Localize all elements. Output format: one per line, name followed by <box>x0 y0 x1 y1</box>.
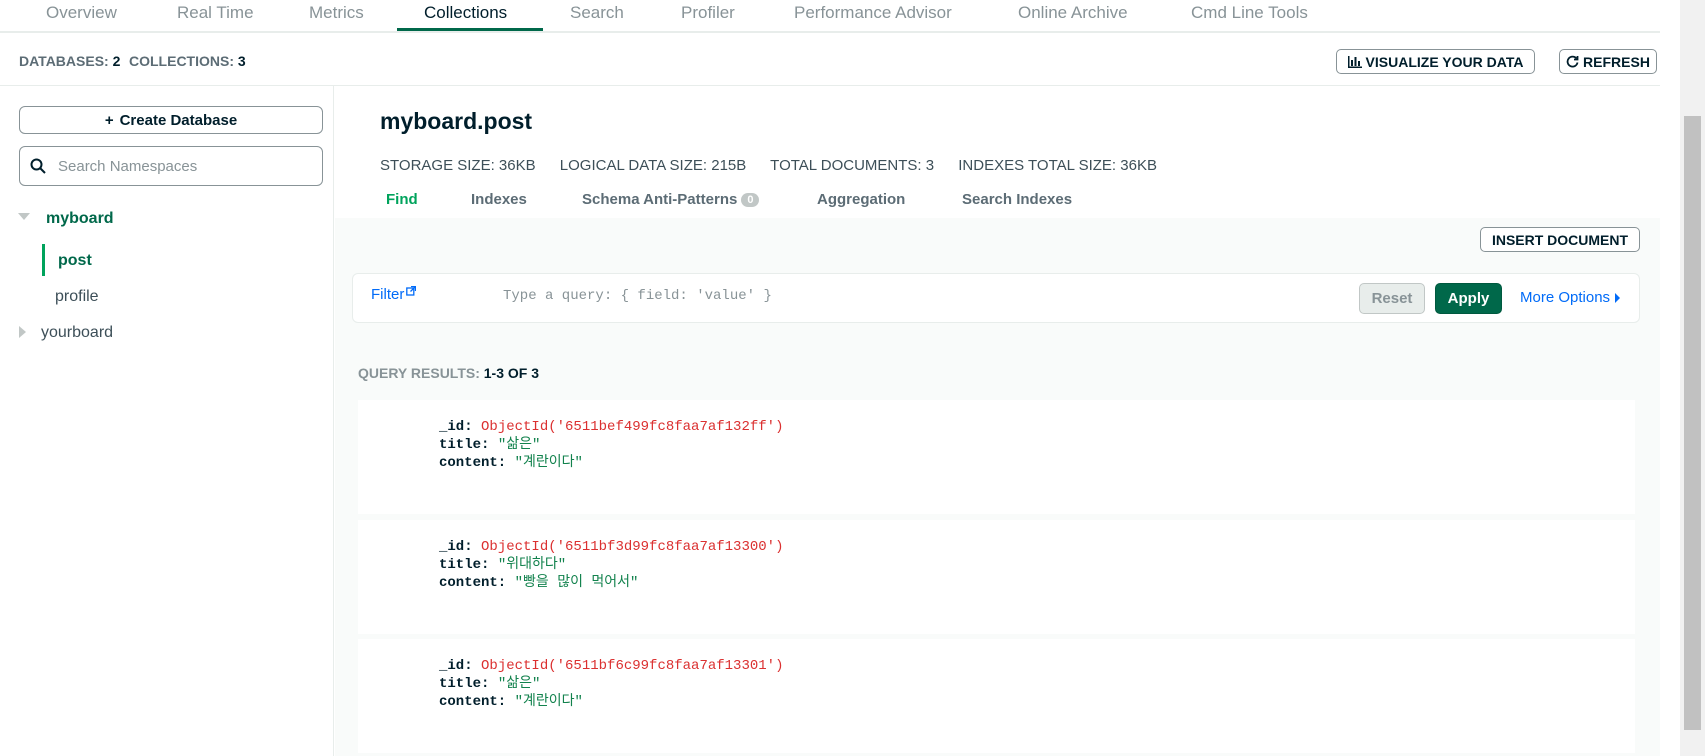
search-icon <box>30 158 46 174</box>
logical-data-size: LOGICAL DATA SIZE: 215B <box>559 157 747 174</box>
active-tab-indicator <box>397 28 543 31</box>
cluster-stats-bar: DATABASES: 2 COLLECTIONS: 3 VISUALIZE YO… <box>0 33 1660 86</box>
page-scrollbar[interactable] <box>1680 0 1705 756</box>
filter-link[interactable]: Filter <box>371 286 417 303</box>
count-badge: 0 <box>741 192 760 207</box>
refresh-label: REFRESH <box>1583 53 1650 70</box>
document-title: "삶은" <box>497 676 541 692</box>
document-card[interactable]: _id: ObjectId('6511bef499fc8faa7af132ff'… <box>358 400 1635 514</box>
apply-button[interactable]: Apply <box>1435 283 1502 314</box>
document-content: "빵을 많이 먹어서" <box>514 575 639 591</box>
bar-chart-icon <box>1347 55 1362 68</box>
databases-count: DATABASES: 2 <box>19 53 120 69</box>
create-database-button[interactable]: + Create Database <box>19 106 323 134</box>
collections-value: 3 <box>237 53 246 69</box>
tab-cmd-line-tools[interactable]: Cmd Line Tools <box>1191 3 1308 23</box>
query-results-summary: QUERY RESULTS: 1-3 OF 3 <box>358 365 539 381</box>
document-content: "계란이다" <box>514 455 583 471</box>
document-title: "삶은" <box>497 437 541 453</box>
refresh-button[interactable]: REFRESH <box>1559 49 1657 74</box>
document-body: _id: ObjectId('6511bf6c99fc8faa7af13301'… <box>439 658 784 710</box>
tab-overview[interactable]: Overview <box>46 3 117 23</box>
filter-label: Filter <box>371 286 405 303</box>
database-item-yourboard[interactable]: yourboard <box>41 324 113 342</box>
document-body: _id: ObjectId('6511bf3d99fc8faa7af13300'… <box>439 539 784 591</box>
find-workspace: INSERT DOCUMENT Filter Type a query: { f… <box>335 218 1660 756</box>
plus-icon: + <box>104 111 114 129</box>
indexes-total-size: INDEXES TOTAL SIZE: 36KB <box>958 157 1157 174</box>
external-link-icon <box>406 286 417 296</box>
databases-label: DATABASES: <box>19 53 109 69</box>
document-body: _id: ObjectId('6511bef499fc8faa7af132ff'… <box>439 419 784 471</box>
tab-real-time[interactable]: Real Time <box>177 3 254 23</box>
chevron-down-icon[interactable] <box>18 213 30 220</box>
more-options-label: More Options <box>1520 289 1611 306</box>
tab-search-indexes[interactable]: Search Indexes <box>962 191 1072 208</box>
active-collection-indicator <box>42 244 45 276</box>
tab-indexes[interactable]: Indexes <box>471 191 527 208</box>
collection-stats: STORAGE SIZE: 36KB LOGICAL DATA SIZE: 21… <box>380 157 1177 174</box>
tab-collections[interactable]: Collections <box>424 3 507 23</box>
query-results-range: 1-3 OF 3 <box>483 365 540 381</box>
collections-count: COLLECTIONS: 3 <box>129 53 246 69</box>
query-results-label: QUERY RESULTS: <box>358 365 480 381</box>
document-content: "계란이다" <box>514 694 583 710</box>
tab-profiler[interactable]: Profiler <box>681 3 735 23</box>
chevron-right-icon[interactable] <box>19 326 26 338</box>
collection-tabs: Find Indexes Schema Anti-Patterns 0 Aggr… <box>335 184 1660 208</box>
database-item-myboard[interactable]: myboard <box>46 210 114 228</box>
query-bar: Filter Type a query: { field: 'value' } … <box>352 273 1640 323</box>
databases-value: 2 <box>112 53 121 69</box>
collection-item-profile[interactable]: profile <box>55 288 99 306</box>
collection-title: myboard.post <box>380 108 533 134</box>
visualize-data-button[interactable]: VISUALIZE YOUR DATA <box>1336 49 1535 74</box>
create-database-label: Create Database <box>119 111 238 129</box>
document-title: "위대하다" <box>497 557 567 573</box>
collection-item-post[interactable]: post <box>58 252 92 270</box>
query-input[interactable]: Type a query: { field: 'value' } <box>503 288 772 304</box>
tab-schema-anti-patterns-label: Schema Anti-Patterns <box>582 191 738 208</box>
scrollbar-thumb[interactable] <box>1684 116 1701 730</box>
tab-performance-advisor[interactable]: Performance Advisor <box>794 3 952 23</box>
document-card[interactable]: _id: ObjectId('6511bf3d99fc8faa7af13300'… <box>358 520 1635 634</box>
search-namespaces-placeholder: Search Namespaces <box>58 157 198 175</box>
caret-right-icon <box>1615 292 1621 303</box>
visualize-data-label: VISUALIZE YOUR DATA <box>1365 53 1524 70</box>
total-documents: TOTAL DOCUMENTS: 3 <box>770 157 935 174</box>
tab-search[interactable]: Search <box>570 3 624 23</box>
document-card[interactable]: _id: ObjectId('6511bf6c99fc8faa7af13301'… <box>358 639 1635 753</box>
tab-find[interactable]: Find <box>386 191 418 208</box>
refresh-icon <box>1566 55 1579 68</box>
tab-online-archive[interactable]: Online Archive <box>1018 3 1128 23</box>
tab-schema-anti-patterns[interactable]: Schema Anti-Patterns 0 <box>582 191 760 208</box>
reset-button[interactable]: Reset <box>1359 283 1425 314</box>
top-nav: Overview Real Time Metrics Collections S… <box>0 0 1660 33</box>
tab-metrics[interactable]: Metrics <box>309 3 364 23</box>
namespace-sidebar: + Create Database Search Namespaces mybo… <box>0 86 334 756</box>
document-id: ObjectId('6511bef499fc8faa7af132ff') <box>481 419 784 435</box>
insert-document-button[interactable]: INSERT DOCUMENT <box>1480 227 1640 252</box>
storage-size: STORAGE SIZE: 36KB <box>380 157 536 174</box>
tab-aggregation[interactable]: Aggregation <box>817 191 905 208</box>
more-options-link[interactable]: More Options <box>1520 289 1621 306</box>
collection-panel: myboard.post STORAGE SIZE: 36KB LOGICAL … <box>335 86 1660 756</box>
collections-label: COLLECTIONS: <box>129 53 234 69</box>
document-id: ObjectId('6511bf6c99fc8faa7af13301') <box>481 658 784 674</box>
search-namespaces-input[interactable]: Search Namespaces <box>19 146 323 186</box>
document-id: ObjectId('6511bf3d99fc8faa7af13300') <box>481 539 784 555</box>
